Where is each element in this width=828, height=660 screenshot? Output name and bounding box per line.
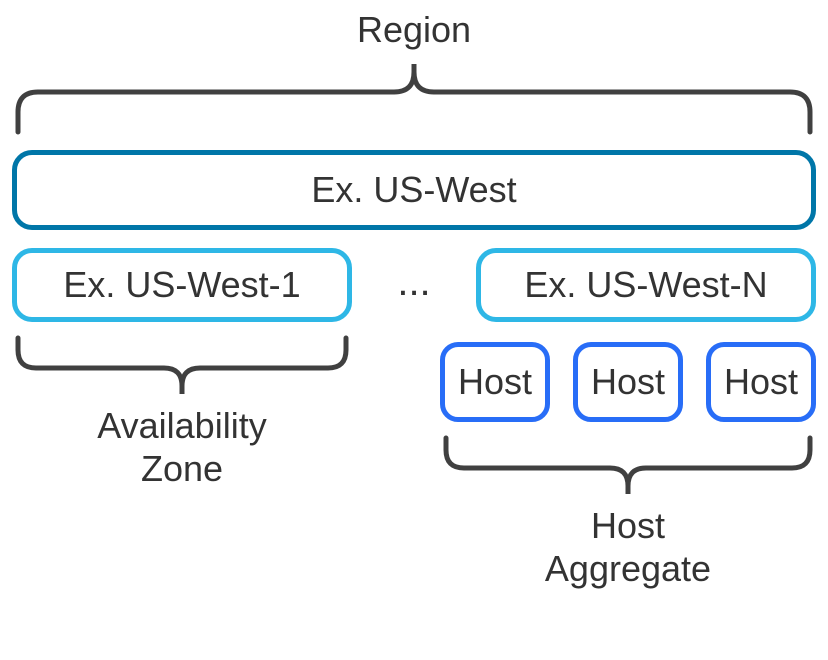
- region-box-text: Ex. US-West: [311, 169, 516, 211]
- brace-region: [12, 58, 816, 138]
- diagram-canvas: Region Ex. US-West Ex. US-West-1 ... Ex.…: [0, 0, 828, 660]
- brace-availability-zone: [12, 332, 352, 402]
- az-box-n-text: Ex. US-West-N: [524, 264, 767, 306]
- ellipsis: ...: [360, 260, 468, 305]
- region-box: Ex. US-West: [12, 150, 816, 230]
- az-box-n: Ex. US-West-N: [476, 248, 816, 322]
- host-box-1: Host: [440, 342, 550, 422]
- host-box-2-text: Host: [591, 361, 665, 403]
- label-availability-zone: Availability Zone: [12, 404, 352, 490]
- host-box-3: Host: [706, 342, 816, 422]
- label-host-aggregate: Host Aggregate: [440, 504, 816, 590]
- label-region: Region: [0, 8, 828, 51]
- az-box-1-text: Ex. US-West-1: [63, 264, 300, 306]
- host-box-3-text: Host: [724, 361, 798, 403]
- host-box-1-text: Host: [458, 361, 532, 403]
- brace-host-aggregate: [440, 432, 816, 502]
- az-box-1: Ex. US-West-1: [12, 248, 352, 322]
- host-box-2: Host: [573, 342, 683, 422]
